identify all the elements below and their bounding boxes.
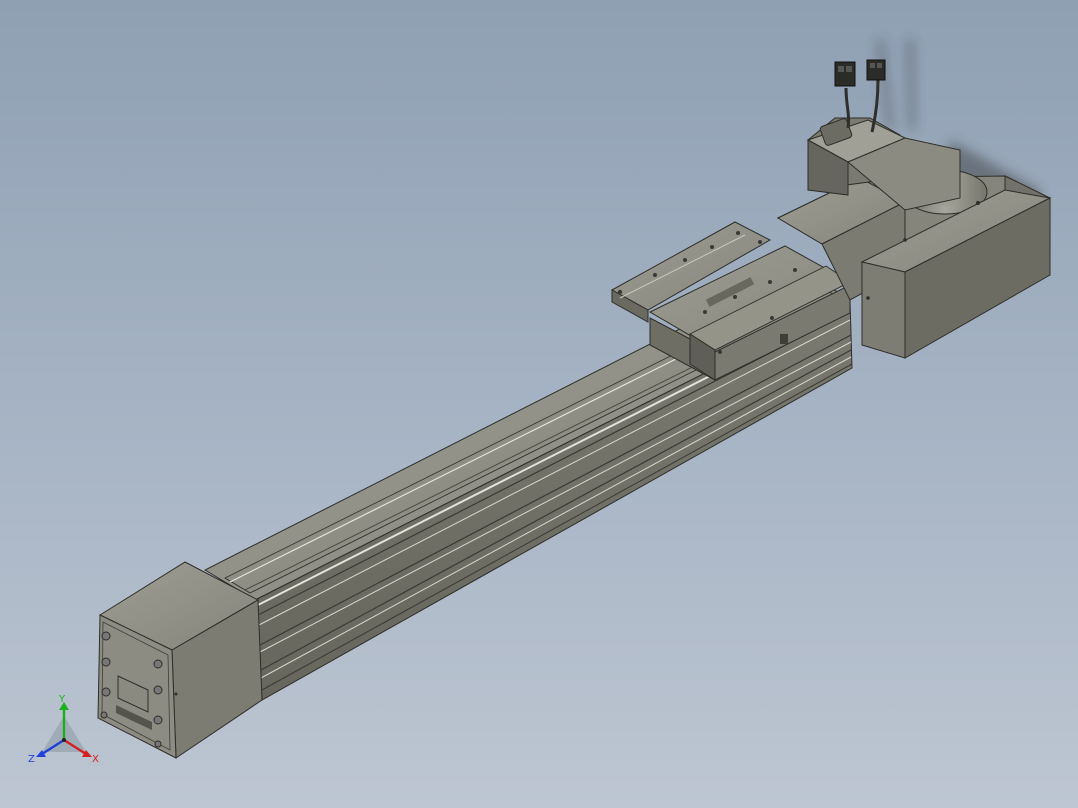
y-axis-label: Y <box>58 694 66 705</box>
x-axis-label: X <box>92 754 99 765</box>
coordinate-triad[interactable]: Y X Z <box>22 694 106 774</box>
front-end-cap[interactable] <box>97 561 263 759</box>
carriage-marker-icon <box>780 334 788 344</box>
actuator-model[interactable] <box>0 0 1078 808</box>
encoder-connector-icon[interactable] <box>834 61 856 87</box>
cad-viewport[interactable]: Y X Z <box>0 0 1078 808</box>
z-axis-label: Z <box>28 754 35 765</box>
power-connector-icon[interactable] <box>866 59 886 81</box>
